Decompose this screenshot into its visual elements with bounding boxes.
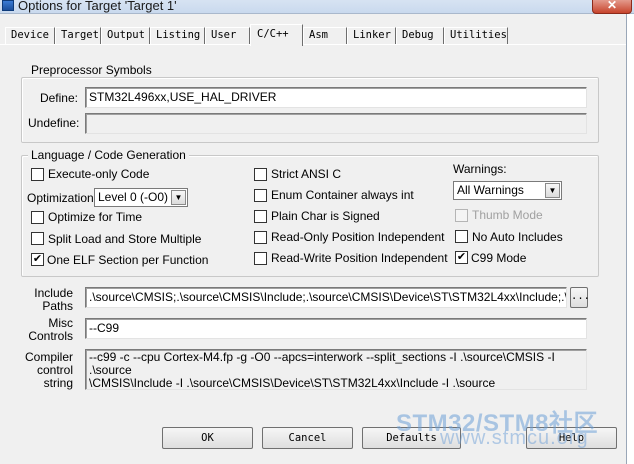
options-dialog: Options for Target 'Target 1' ✕ Device T…	[0, 0, 634, 464]
execute-only-checkbox[interactable]	[31, 168, 44, 181]
one-elf-label: One ELF Section per Function	[47, 253, 209, 267]
warnings-value: All Warnings	[457, 183, 524, 197]
app-icon	[2, 0, 14, 11]
warnings-select[interactable]: All Warnings ▼	[453, 181, 562, 200]
optimization-value: Level 0 (-O0)	[98, 190, 169, 204]
checkmark-icon: ✔	[32, 253, 43, 265]
cancel-button[interactable]: Cancel	[262, 427, 353, 449]
strict-ansi-label: Strict ANSI C	[271, 167, 342, 181]
c99-mode-checkbox[interactable]: ✔	[455, 251, 468, 264]
execute-only-label: Execute-only Code	[48, 167, 150, 181]
ok-button[interactable]: OK	[162, 427, 253, 449]
close-button[interactable]: ✕	[592, 0, 632, 14]
watermark-url: www.stmcu.org	[440, 427, 589, 449]
ropi-label: Read-Only Position Independent	[271, 230, 445, 244]
chevron-down-icon: ▼	[545, 183, 560, 198]
enum-container-checkbox[interactable]	[254, 189, 267, 202]
tab-target[interactable]: Target	[55, 27, 101, 44]
include-paths-label: Include Paths	[34, 286, 73, 313]
misc-controls-field[interactable]: --C99	[85, 318, 587, 339]
optimize-time-label: Optimize for Time	[48, 210, 143, 224]
warnings-label: Warnings:	[453, 162, 507, 176]
tab-user[interactable]: User	[205, 27, 250, 44]
tab-utilities[interactable]: Utilities	[444, 27, 508, 44]
tab-bar: Device Target Output Listing User C/C++ …	[0, 24, 634, 46]
thumb-mode-label: Thumb Mode	[472, 208, 543, 222]
thumb-mode-checkbox[interactable]	[455, 209, 468, 222]
tab-debug[interactable]: Debug	[396, 27, 444, 44]
tab-divider	[0, 44, 634, 45]
tab-linker[interactable]: Linker	[347, 27, 396, 44]
no-auto-includes-checkbox[interactable]	[455, 230, 468, 243]
c99-mode-label: C99 Mode	[471, 251, 527, 265]
plain-char-label: Plain Char is Signed	[271, 209, 380, 223]
one-elf-checkbox[interactable]: ✔	[31, 253, 44, 266]
chevron-down-icon: ▼	[171, 190, 186, 205]
browse-include-paths-button[interactable]: ...	[570, 287, 590, 308]
optimization-label: Optimization:	[27, 191, 98, 205]
split-load-checkbox[interactable]	[31, 232, 44, 245]
checkmark-icon: ✔	[456, 251, 467, 263]
optimize-time-checkbox[interactable]	[31, 211, 44, 224]
undefine-label: Undefine:	[28, 116, 80, 130]
misc-controls-label: Misc Controls	[28, 316, 73, 343]
undefine-field[interactable]	[85, 113, 587, 134]
rwpi-label: Read-Write Position Independent	[271, 251, 448, 265]
compiler-control-field: --c99 -c --cpu Cortex-M4.fp -g -O0 --apc…	[85, 349, 587, 390]
tab-output[interactable]: Output	[101, 27, 150, 44]
split-load-label: Split Load and Store Multiple	[48, 232, 202, 246]
rwpi-checkbox[interactable]	[254, 252, 267, 265]
no-auto-includes-label: No Auto Includes	[472, 230, 563, 244]
define-label: Define:	[39, 91, 78, 105]
preprocessor-group-label: Preprocessor Symbols	[28, 63, 155, 77]
optimization-select[interactable]: Level 0 (-O0) ▼	[94, 188, 188, 207]
tab-c-cpp[interactable]: C/C++	[250, 24, 303, 46]
enum-container-label: Enum Container always int	[271, 188, 414, 202]
strict-ansi-checkbox[interactable]	[254, 168, 267, 181]
title-bar: Options for Target 'Target 1' ✕	[0, 0, 634, 14]
window-edge	[626, 14, 634, 464]
tab-device[interactable]: Device	[5, 27, 55, 44]
define-field[interactable]: STM32L496xx,USE_HAL_DRIVER	[85, 87, 587, 108]
tab-listing[interactable]: Listing	[150, 27, 205, 44]
plain-char-checkbox[interactable]	[254, 210, 267, 223]
compiler-control-label: Compiler control string	[24, 350, 73, 390]
include-paths-field[interactable]: .\source\CMSIS;.\source\CMSIS\Include;.\…	[85, 287, 567, 308]
ropi-checkbox[interactable]	[254, 231, 267, 244]
tab-asm[interactable]: Asm	[303, 27, 347, 44]
language-group-label: Language / Code Generation	[28, 148, 189, 162]
window-title: Options for Target 'Target 1'	[18, 0, 177, 13]
